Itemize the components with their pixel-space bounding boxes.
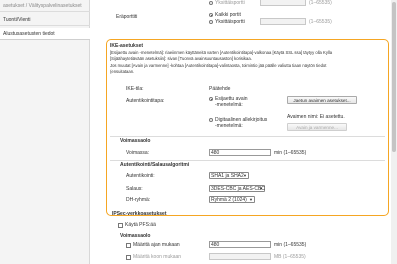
main-panel: Yksittäisportti (1–65535) Eräporttiti Ka…	[90, 0, 397, 264]
radio-single-port-top[interactable]	[209, 1, 213, 5]
size-label: Määritä koon mukaan	[133, 254, 182, 260]
pfs-label: Käytä PFS:ää	[125, 222, 156, 228]
size-input[interactable]	[209, 253, 271, 260]
target-port-label: Eräporttiti	[116, 14, 138, 20]
psk-label-2: -menetelmä:	[215, 102, 243, 108]
divider	[110, 160, 385, 161]
auth-method-label: Autentikointitapa:	[126, 98, 165, 104]
all-ports-label: Kaikki portit	[215, 12, 241, 18]
auth-algorithm-label: Autentikointi:	[126, 173, 155, 179]
lifetime-input[interactable]: 480	[209, 149, 271, 156]
lifetime-heading: Voimassaolo	[120, 138, 151, 144]
radio-all-ports[interactable]	[209, 13, 213, 17]
radio-psk[interactable]	[209, 97, 213, 101]
single-port-input[interactable]	[260, 18, 306, 25]
ike-mode-label: IKE-tila:	[126, 86, 144, 92]
encryption-value: 3DES-CBC ja AES-CBC	[211, 186, 265, 192]
sidebar-item-initialization[interactable]: Alustusasetusten tiedot	[0, 28, 90, 40]
dh-group-select[interactable]: Ryhmä 2 (1024) ▼	[209, 196, 255, 203]
ike-desc-line3: Jos muutat [Avain ja varmenne] -kohtaa […	[110, 63, 327, 68]
encryption-select[interactable]: 3DES-CBC ja AES-CBC ▼	[209, 185, 265, 192]
dsig-label-2: -menetelmä:	[215, 123, 243, 129]
encryption-label: Salaus:	[126, 186, 143, 192]
shared-key-settings-button[interactable]: Jaetun avaimen asetukset...	[287, 96, 357, 104]
size-unit: MB (1–65535)	[274, 254, 306, 260]
auth-algorithm-select[interactable]: SHA1 ja SHA2 ▼	[209, 172, 249, 179]
radio-digital-signature[interactable]	[209, 118, 213, 122]
single-port-top-input[interactable]	[260, 0, 306, 6]
dh-group-label: DH-ryhmä:	[126, 197, 151, 203]
scrollbar-thumb[interactable]	[392, 2, 396, 152]
time-input[interactable]: 480	[209, 241, 271, 248]
time-checkbox[interactable]	[126, 243, 131, 248]
radio-single-port[interactable]	[209, 20, 213, 24]
auth-algorithm-value: SHA1 ja SHA2	[211, 173, 244, 179]
key-and-certificate-button[interactable]: Avain ja varmenne...	[287, 123, 347, 131]
dh-group-value: Ryhmä 2 (1024)	[211, 197, 247, 203]
scrollbar[interactable]	[391, 0, 397, 264]
sidebar-item-import-export[interactable]: Tuonti/Vienti	[0, 14, 90, 26]
size-checkbox[interactable]	[126, 255, 131, 260]
time-unit: min (1–65535)	[274, 242, 307, 248]
ike-desc-line2: [Sijäähaytetiävään asetuksiin]: sivan [T…	[110, 56, 252, 61]
single-port-top-range: (1–65535)	[309, 0, 332, 6]
single-port-top-label: Yksittäisportti	[215, 0, 245, 6]
key-name-status: Avaimen nimi: Ei asetettu.	[287, 114, 345, 120]
ike-desc-line4: (ensuitataan.	[110, 69, 135, 74]
sidebar-item-proxy[interactable]: asetukset / Välityspalvelinasetukset	[0, 0, 90, 12]
lifetime-unit: min (1–65535)	[274, 150, 307, 156]
ipsec-lifetime-heading: Voimassaolo	[120, 233, 151, 239]
chevron-down-icon: ▼	[243, 173, 247, 178]
ike-settings-title: IKE-asetukset	[110, 43, 144, 49]
ipsec-heading: IPSec-verkkoasetukset	[112, 211, 167, 217]
ike-mode-value: Päätehde	[209, 86, 231, 92]
algorithm-heading: Autentikointi/Salausalgoritmi	[120, 162, 190, 168]
lifetime-label: Voimassa:	[126, 150, 150, 156]
pfs-checkbox[interactable]	[118, 223, 123, 228]
chevron-down-icon: ▼	[249, 197, 253, 202]
single-port-label: Yksittäisportti	[215, 19, 245, 25]
chevron-down-icon: ▼	[259, 186, 263, 191]
single-port-range: (1–65535)	[309, 19, 332, 25]
time-label: Määritä ajan mukaan	[133, 242, 180, 248]
divider	[110, 136, 385, 137]
sidebar: asetukset / Välityspalvelinasetukset Tuo…	[0, 0, 90, 264]
